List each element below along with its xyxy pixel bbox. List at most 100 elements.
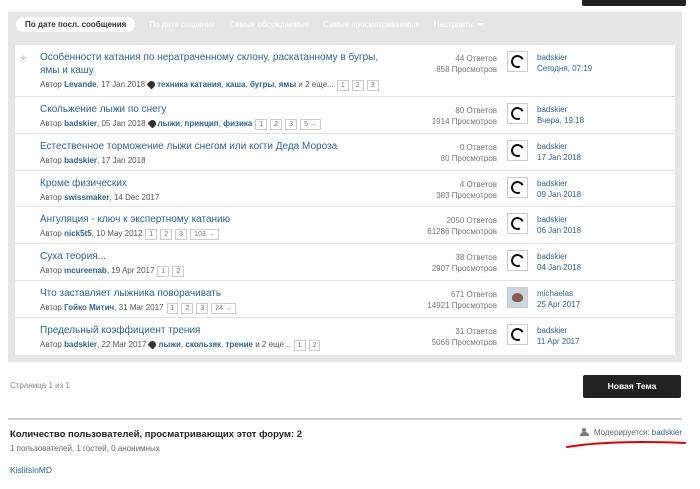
last-post-user[interactable]: badskier	[537, 325, 580, 336]
page-link[interactable]: 2	[308, 339, 321, 351]
page-link[interactable]: 1	[166, 302, 179, 314]
last-post-date[interactable]: Вчера, 19:18	[537, 115, 584, 126]
tag-link[interactable]: каша	[226, 80, 246, 89]
page-link[interactable]: 3	[196, 302, 209, 314]
topic-date: 22 Mar 2017	[101, 339, 147, 349]
last-post-date[interactable]: 11 Apr 2017	[537, 336, 580, 347]
topic-date: 10 May 2012	[96, 229, 143, 239]
last-post-user[interactable]: badskier	[537, 104, 584, 115]
topic-meta: Автор swissmaker, 14 Dec 2017	[40, 192, 160, 202]
tag-link[interactable]: физика	[223, 119, 252, 128]
page-link[interactable]: 103 →	[190, 229, 219, 241]
topic-title[interactable]: Суха теория...	[40, 250, 380, 263]
new-topic-button[interactable]: Новая Тема	[583, 375, 681, 398]
page-link[interactable]: 3	[175, 229, 188, 241]
last-post-date[interactable]: 06 Jan 2018	[537, 225, 581, 236]
topic-info: Ангуляция - ключ к экспертному катанию Ав…	[40, 213, 380, 241]
tag-link[interactable]: ямы	[279, 80, 296, 89]
avatar[interactable]	[507, 213, 528, 235]
last-post-user[interactable]: michaelas	[537, 288, 580, 299]
avatar[interactable]	[507, 323, 528, 345]
author-link[interactable]: badskier	[64, 156, 97, 165]
tag-link[interactable]: техника катания	[157, 80, 221, 89]
topic-list: ★ Особенности катания по нератраченному с…	[15, 45, 675, 355]
tag-link[interactable]: скользяк	[185, 340, 221, 349]
author-link[interactable]: swissmaker	[64, 193, 109, 202]
moderator-link[interactable]: badskier	[652, 428, 682, 437]
author-link[interactable]: badskier	[64, 340, 97, 349]
author-link[interactable]: nick5t5	[64, 229, 92, 238]
topic-title[interactable]: Скольжение лыжи по снегу	[40, 103, 380, 116]
tag-link[interactable]: лыжи	[158, 119, 181, 128]
topic-title[interactable]: Кроме физических	[40, 177, 380, 190]
tag-icon	[147, 339, 158, 350]
page-link[interactable]: 1	[157, 266, 170, 278]
tab-most-viewed[interactable]: Самые просматриваемые	[323, 20, 420, 29]
avatar[interactable]	[507, 139, 528, 161]
topic-title-line: Предельный коэффициент трения	[40, 324, 201, 336]
author-link[interactable]: mcureenab	[64, 266, 107, 275]
page-link[interactable]: 1	[145, 229, 158, 241]
page-link[interactable]: 24 →	[211, 302, 236, 314]
last-post-date[interactable]: Сегодня, 07:19	[537, 63, 592, 74]
topic-stats: 44 Ответов 858 Просмотров	[395, 53, 497, 75]
page-link[interactable]: 3	[366, 80, 379, 91]
page-info: Страница 1 из 1	[10, 381, 70, 390]
top-action-button[interactable]	[582, 0, 686, 6]
author-link[interactable]: Гойко Митич	[64, 303, 114, 312]
tab-last-post[interactable]: По дате посл. сообщения	[16, 17, 136, 32]
ring-avatar-icon	[509, 252, 526, 270]
last-post-date[interactable]: 04 Jan 2018	[537, 262, 581, 273]
topic-title-line: Что заставляет лыжника поворачивать	[40, 287, 222, 299]
last-post-user[interactable]: badskier	[537, 214, 581, 225]
last-post-date[interactable]: 17 Jan 2018	[537, 152, 581, 163]
tag-link[interactable]: бугры	[250, 80, 274, 89]
topic-title-line: Скольжение лыжи по снегу	[40, 104, 167, 115]
topic-info: Что заставляет лыжника поворачивать Автор…	[40, 287, 380, 314]
page-link[interactable]: 1	[336, 80, 349, 91]
avatar[interactable]	[507, 250, 528, 272]
topic-title[interactable]: Особенности катания по нератраченному ск…	[40, 51, 380, 77]
page-link[interactable]: 1	[255, 119, 268, 130]
page-link[interactable]: 5 →	[300, 119, 321, 130]
avatar[interactable]	[507, 176, 528, 198]
page-link[interactable]: 2	[160, 229, 173, 241]
tag-link[interactable]: лыжи	[158, 340, 181, 349]
page-link[interactable]: 3	[285, 119, 298, 130]
tab-customize[interactable]: Настроить	[434, 20, 484, 29]
topic-title-line: Естественное торможение лыжи снегом или …	[40, 140, 338, 152]
avatar[interactable]	[507, 103, 528, 124]
replies-count: 4 Ответов	[459, 179, 497, 189]
page-link[interactable]: 2	[351, 80, 364, 91]
page-link[interactable]: 1	[293, 339, 306, 351]
ring-avatar-icon	[509, 325, 526, 343]
author-prefix: Автор	[40, 80, 62, 89]
topic-date: 17 Jan 2018	[101, 155, 146, 165]
author-link[interactable]: badskier	[64, 119, 97, 128]
last-post-user[interactable]: badskier	[537, 178, 581, 189]
topic-title[interactable]: Предельный коэффициент трения	[40, 324, 380, 337]
page-link[interactable]: 2	[270, 119, 283, 130]
last-post-date[interactable]: 09 Jan 2018	[537, 189, 581, 200]
star-icon[interactable]: ★	[19, 53, 27, 64]
avatar[interactable]	[507, 51, 528, 72]
topic-title[interactable]: Ангуляция - ключ к экспертному катанию	[40, 213, 380, 226]
topic-info: Кроме физических Автор swissmaker, 14 Dec…	[40, 177, 380, 203]
tab-most-discussed[interactable]: Самые обсуждаемые	[229, 20, 309, 29]
tag-link[interactable]: принцип	[185, 119, 219, 128]
tab-created[interactable]: По дате создания	[149, 20, 215, 29]
views-count: 5066 Просмотров	[431, 337, 497, 347]
last-post-date[interactable]: 25 Apr 2017	[537, 299, 580, 310]
online-user-link[interactable]: KislitsinMD	[10, 465, 52, 475]
author-link[interactable]: Levande	[64, 80, 96, 89]
page-link[interactable]: 2	[172, 266, 185, 278]
last-post-user[interactable]: badskier	[537, 52, 592, 63]
last-post-user[interactable]: badskier	[537, 251, 581, 262]
page-link[interactable]: 2	[181, 302, 194, 314]
topic-title[interactable]: Что заставляет лыжника поворачивать	[40, 287, 380, 300]
avatar[interactable]	[507, 286, 528, 308]
views-count: 858 Просмотров	[436, 65, 497, 74]
tag-link[interactable]: трение	[226, 340, 253, 349]
topic-title[interactable]: Естественное торможение лыжи снегом или …	[40, 140, 380, 153]
last-post-user[interactable]: badskier	[537, 141, 581, 152]
